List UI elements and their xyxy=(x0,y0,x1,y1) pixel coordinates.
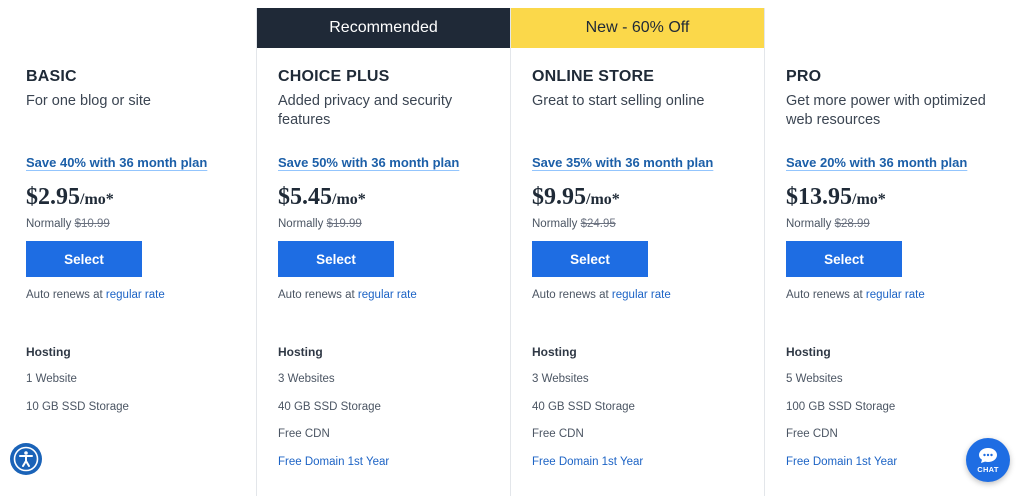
regular-rate-link[interactable]: regular rate xyxy=(866,289,925,301)
plan-name: BASIC xyxy=(26,68,77,85)
price-period: /mo* xyxy=(852,191,886,208)
normal-price-value: $24.95 xyxy=(580,218,616,230)
auto-renew-text: Auto renews at xyxy=(26,289,103,301)
recommended-banner: Recommended xyxy=(257,8,510,48)
plan-name: PRO xyxy=(786,68,822,85)
normally-label: Normally xyxy=(26,218,72,230)
normal-price: Normally $19.99 xyxy=(278,218,362,230)
auto-renew-note: Auto renews at regular rate xyxy=(278,289,417,301)
pricing-plans: BASIC For one blog or site Save 40% with… xyxy=(5,8,1018,496)
save-offer-link[interactable]: Save 20% with 36 month plan xyxy=(786,155,967,170)
regular-rate-link[interactable]: regular rate xyxy=(106,289,165,301)
normal-price-value: $19.99 xyxy=(326,218,362,230)
normal-price: Normally $10.99 xyxy=(26,218,110,230)
chat-button[interactable]: CHAT xyxy=(966,438,1010,482)
normal-price: Normally $28.99 xyxy=(786,218,870,230)
free-domain-link[interactable]: Free Domain 1st Year xyxy=(278,456,389,468)
save-offer-link[interactable]: Save 40% with 36 month plan xyxy=(26,155,207,170)
plan-name: ONLINE STORE xyxy=(532,68,655,85)
normally-label: Normally xyxy=(278,218,324,230)
chat-bubble-icon xyxy=(979,447,997,463)
select-button[interactable]: Select xyxy=(532,241,648,277)
free-domain-link[interactable]: Free Domain 1st Year xyxy=(786,456,897,468)
plan-card-choice-plus: Recommended CHOICE PLUS Added privacy an… xyxy=(256,8,510,496)
regular-rate-link[interactable]: regular rate xyxy=(358,289,417,301)
feature-item: 1 Website xyxy=(26,373,77,385)
feature-item: 3 Websites xyxy=(278,373,335,385)
normal-price-value: $28.99 xyxy=(834,218,870,230)
price-period: /mo* xyxy=(332,191,366,208)
plan-name: CHOICE PLUS xyxy=(278,68,390,85)
features-heading: Hosting xyxy=(278,345,323,359)
features-heading: Hosting xyxy=(26,345,71,359)
normally-label: Normally xyxy=(786,218,832,230)
auto-renew-note: Auto renews at regular rate xyxy=(26,289,165,301)
regular-rate-link[interactable]: regular rate xyxy=(612,289,671,301)
accessibility-icon xyxy=(13,446,39,472)
feature-item: Free CDN xyxy=(532,428,584,440)
auto-renew-text: Auto renews at xyxy=(786,289,863,301)
plan-description: Get more power with optimized web resour… xyxy=(786,93,986,128)
select-button[interactable]: Select xyxy=(26,241,142,277)
auto-renew-text: Auto renews at xyxy=(532,289,609,301)
price-period: /mo* xyxy=(80,191,114,208)
normal-price: Normally $24.95 xyxy=(532,218,616,230)
plan-card-online-store: New - 60% Off ONLINE STORE Great to star… xyxy=(510,8,764,496)
price-amount: $9.95 xyxy=(532,184,586,210)
price-period: /mo* xyxy=(586,191,620,208)
plan-description: Added privacy and security features xyxy=(278,93,453,128)
auto-renew-note: Auto renews at regular rate xyxy=(786,289,925,301)
features-heading: Hosting xyxy=(786,345,831,359)
price-amount: $13.95 xyxy=(786,184,852,210)
plan-card-basic: BASIC For one blog or site Save 40% with… xyxy=(5,8,256,496)
normal-price-value: $10.99 xyxy=(74,218,110,230)
price-amount: $5.45 xyxy=(278,184,332,210)
plan-description: For one blog or site xyxy=(26,93,151,109)
plan-price: $2.95/mo* xyxy=(26,184,114,211)
normally-label: Normally xyxy=(532,218,578,230)
plan-price: $13.95/mo* xyxy=(786,184,886,211)
select-button[interactable]: Select xyxy=(278,241,394,277)
chat-label: CHAT xyxy=(977,464,999,474)
free-domain-link[interactable]: Free Domain 1st Year xyxy=(532,456,643,468)
save-offer-link[interactable]: Save 50% with 36 month plan xyxy=(278,155,459,170)
features-heading: Hosting xyxy=(532,345,577,359)
feature-item: 3 Websites xyxy=(532,373,589,385)
plan-description: Great to start selling online xyxy=(532,93,705,109)
select-button[interactable]: Select xyxy=(786,241,902,277)
accessibility-button[interactable] xyxy=(10,443,42,475)
plan-price: $5.45/mo* xyxy=(278,184,366,211)
save-offer-link[interactable]: Save 35% with 36 month plan xyxy=(532,155,713,170)
feature-item: 40 GB SSD Storage xyxy=(278,401,381,413)
auto-renew-note: Auto renews at regular rate xyxy=(532,289,671,301)
feature-item: 5 Websites xyxy=(786,373,843,385)
plan-card-pro: PRO Get more power with optimized web re… xyxy=(764,8,1018,496)
feature-item: 10 GB SSD Storage xyxy=(26,401,129,413)
feature-item: Free CDN xyxy=(278,428,330,440)
price-amount: $2.95 xyxy=(26,184,80,210)
discount-banner: New - 60% Off xyxy=(511,8,764,48)
auto-renew-text: Auto renews at xyxy=(278,289,355,301)
plan-price: $9.95/mo* xyxy=(532,184,620,211)
feature-item: Free CDN xyxy=(786,428,838,440)
feature-item: 100 GB SSD Storage xyxy=(786,401,896,413)
feature-item: 40 GB SSD Storage xyxy=(532,401,635,413)
